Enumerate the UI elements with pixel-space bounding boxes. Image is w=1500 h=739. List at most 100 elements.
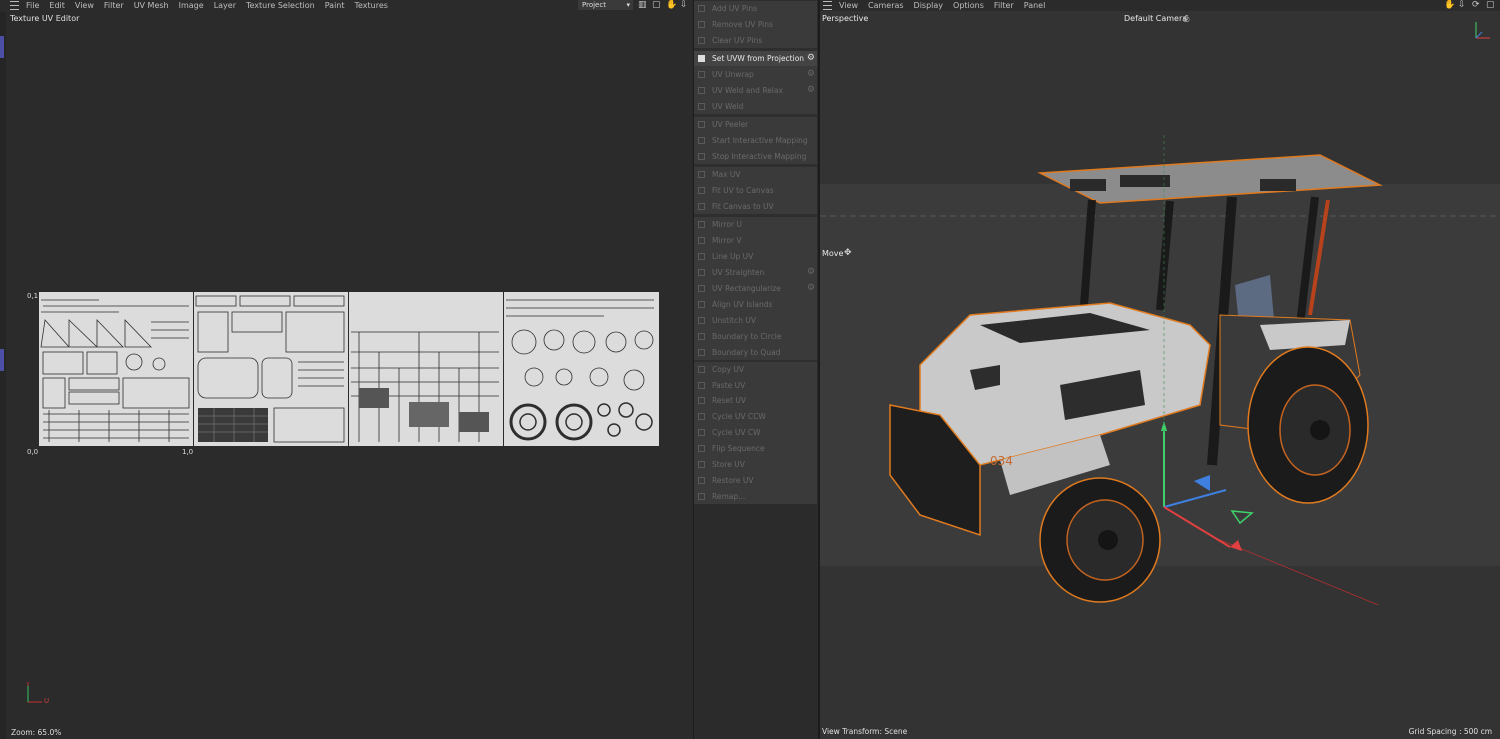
cycle-uv-ccw-button[interactable]: Cycle UV CCW	[694, 409, 817, 424]
store-uv-button[interactable]: Store UV	[694, 457, 817, 472]
clear-uv-pins-button[interactable]: Clear UV Pins	[694, 33, 817, 48]
copy-uv-button[interactable]: Copy UV	[694, 362, 817, 377]
gear-icon[interactable]: ⚙	[807, 83, 815, 98]
menu-file[interactable]: File	[26, 1, 39, 10]
uv-rectangularize-button[interactable]: UV Rectangularize ⚙	[694, 281, 817, 296]
boundary-to-quad-button[interactable]: Boundary to Quad	[694, 345, 817, 360]
project-dropdown[interactable]: Project ▾	[578, 0, 633, 10]
menu-options[interactable]: Options	[953, 1, 984, 10]
menu-image[interactable]: Image	[179, 1, 204, 10]
download-arrow-icon[interactable]: ⇩	[680, 0, 688, 10]
uv-label-origin: 0,0	[27, 448, 39, 456]
add-uv-pins-button[interactable]: Add UV Pins	[694, 1, 817, 16]
stop-interactive-mapping-button[interactable]: Stop Interactive Mapping	[694, 149, 817, 164]
projection-icon	[698, 55, 705, 62]
uv-tile-3[interactable]	[349, 292, 503, 446]
uv-label-right: 1,0	[182, 448, 194, 456]
download-arrow-icon[interactable]: ⇩	[1458, 0, 1466, 10]
menu-filter[interactable]: Filter	[104, 1, 124, 10]
cmd-group-fit: Max UV Fit UV to Canvas Fit Canvas to UV	[694, 167, 817, 214]
gear-icon[interactable]: ⚙	[807, 67, 815, 82]
menu-uv-mesh[interactable]: UV Mesh	[134, 1, 169, 10]
menu-edit[interactable]: Edit	[49, 1, 65, 10]
tool-marker[interactable]	[0, 36, 4, 58]
uv-islands-graphic	[194, 292, 348, 446]
uv-unwrap-button[interactable]: UV Unwrap ⚙	[694, 67, 817, 82]
start-interactive-mapping-button[interactable]: Start Interactive Mapping	[694, 133, 817, 148]
rotate-icon[interactable]: ⟳	[1472, 0, 1480, 10]
uv-tile-4[interactable]	[504, 292, 659, 446]
pin-icon	[698, 21, 705, 28]
menu-texture-selection[interactable]: Texture Selection	[246, 1, 315, 10]
rotate-ccw-icon	[698, 413, 705, 420]
peeler-icon	[698, 121, 705, 128]
menu-filter[interactable]: Filter	[994, 1, 1014, 10]
weld-icon	[698, 103, 705, 110]
restore-uv-button[interactable]: Restore UV	[694, 473, 817, 488]
hamburger-menu-icon[interactable]	[823, 1, 832, 10]
line-up-uv-button[interactable]: Line Up UV	[694, 249, 817, 264]
tractor-3d-model[interactable]: 034	[880, 135, 1400, 605]
flip-sequence-button[interactable]: Flip Sequence	[694, 441, 817, 456]
unstitch-uv-button[interactable]: Unstitch UV	[694, 313, 817, 328]
remap-button[interactable]: Remap...	[694, 489, 817, 504]
hamburger-menu-icon[interactable]	[10, 1, 19, 10]
reset-uv-button[interactable]: Reset UV	[694, 393, 817, 408]
menu-view[interactable]: View	[839, 1, 858, 10]
rectangularize-icon	[698, 285, 705, 292]
fit-canvas-to-uv-button[interactable]: Fit Canvas to UV	[694, 199, 817, 214]
uv-axis-u-label: U	[44, 697, 50, 705]
unstitch-icon	[698, 317, 705, 324]
uv-peeler-button[interactable]: UV Peeler	[694, 117, 817, 132]
align-uv-islands-button[interactable]: Align UV Islands	[694, 297, 817, 312]
gear-icon[interactable]: ⚙	[807, 51, 815, 66]
align-icon	[698, 301, 705, 308]
histogram-icon[interactable]: ▥	[638, 0, 647, 10]
hand-pan-icon[interactable]: ✋	[666, 0, 677, 10]
remove-uv-pins-button[interactable]: Remove UV Pins	[694, 17, 817, 32]
viewport-panel[interactable]: View Cameras Display Options Filter Pane…	[820, 0, 1500, 739]
menu-panel[interactable]: Panel	[1024, 1, 1046, 10]
tool-marker[interactable]	[0, 349, 4, 371]
uv-tile-1[interactable]	[39, 292, 193, 446]
boundary-to-circle-button[interactable]: Boundary to Circle	[694, 329, 817, 344]
fit-icon	[698, 203, 705, 210]
uv-tile-2[interactable]	[194, 292, 348, 446]
paste-icon	[698, 382, 705, 389]
fit-uv-to-canvas-button[interactable]: Fit UV to Canvas	[694, 183, 817, 198]
gear-icon[interactable]: ⚙	[807, 281, 815, 296]
paste-uv-button[interactable]: Paste UV	[694, 378, 817, 393]
gear-icon[interactable]: ⚙	[807, 265, 815, 280]
panel-divider[interactable]	[818, 0, 820, 739]
uv-weld-and-relax-button[interactable]: UV Weld and Relax ⚙	[694, 83, 817, 98]
cmd-group-peeler: UV Peeler Start Interactive Mapping Stop…	[694, 117, 817, 164]
remap-icon	[698, 493, 705, 500]
set-uvw-from-projection-button[interactable]: Set UVW from Projection ⚙	[694, 51, 817, 66]
maximize-icon[interactable]: ▢	[1486, 0, 1495, 10]
maximize-icon	[698, 171, 705, 178]
uv-islands-graphic	[504, 292, 659, 446]
uv-commands-panel: Add UV Pins Remove UV Pins Clear UV Pins…	[694, 0, 817, 504]
cycle-uv-cw-button[interactable]: Cycle UV CW	[694, 425, 817, 440]
hand-pan-icon[interactable]: ✋	[1444, 0, 1455, 10]
uv-islands-graphic	[39, 292, 193, 446]
menu-textures[interactable]: Textures	[355, 1, 388, 10]
move-icon: ✥	[844, 248, 852, 258]
panel-divider[interactable]	[693, 0, 694, 739]
lock-icon[interactable]: ▢	[652, 0, 661, 10]
max-uv-button[interactable]: Max UV	[694, 167, 817, 182]
menu-cameras[interactable]: Cameras	[868, 1, 904, 10]
camera-name[interactable]: Default Camera	[1124, 14, 1187, 23]
mirror-v-button[interactable]: Mirror V	[694, 233, 817, 248]
mirror-icon	[698, 237, 705, 244]
menu-view[interactable]: View	[75, 1, 94, 10]
viewport-menubar: View Cameras Display Options Filter Pane…	[820, 0, 1500, 11]
cmd-group-clipboard: Copy UV Paste UV Reset UV Cycle UV CCW C…	[694, 362, 817, 504]
menu-display[interactable]: Display	[914, 1, 944, 10]
menu-layer[interactable]: Layer	[214, 1, 236, 10]
uv-weld-button[interactable]: UV Weld	[694, 99, 817, 114]
menu-paint[interactable]: Paint	[325, 1, 345, 10]
mirror-u-button[interactable]: Mirror U	[694, 217, 817, 232]
uv-islands-graphic	[349, 292, 503, 446]
uv-straighten-button[interactable]: UV Straighten ⚙	[694, 265, 817, 280]
